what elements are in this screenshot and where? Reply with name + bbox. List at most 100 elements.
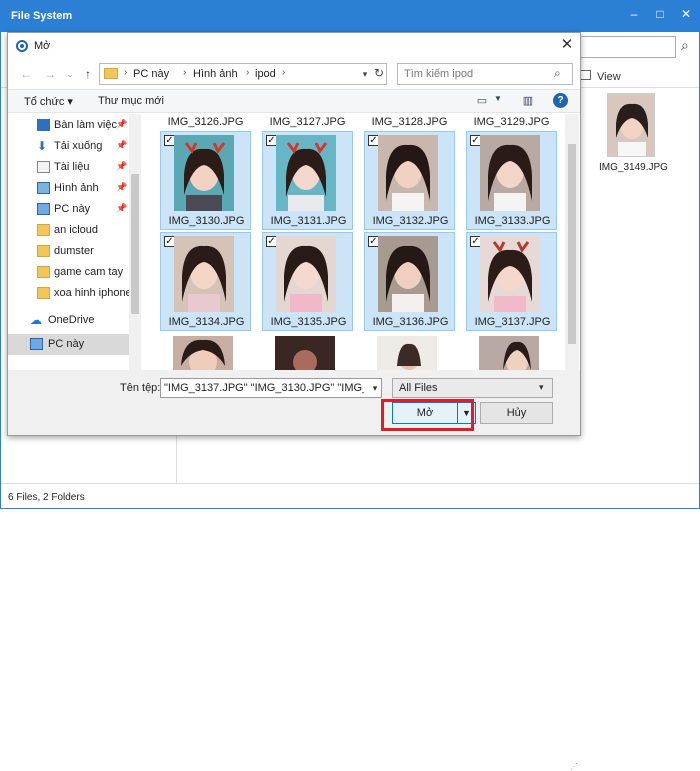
sidebar-item-pictures[interactable]: Hình ảnh 📌	[8, 178, 129, 199]
sidebar-item-game-cam-tay[interactable]: game cam tay	[8, 262, 129, 283]
breadcrumb-ipod[interactable]: ipod	[255, 68, 276, 80]
chevron-down-icon[interactable]: ▼	[490, 94, 506, 108]
new-folder-button[interactable]: Thư mục mới	[98, 95, 164, 107]
sidebar-item-this-pc-tree[interactable]: PC này	[8, 334, 129, 355]
up-arrow-icon[interactable]: ↑	[80, 66, 96, 82]
search-icon[interactable]: ⌕	[681, 37, 697, 55]
file-tile[interactable]: ✓ IMG_3133.JPG	[466, 131, 557, 230]
chevron-down-icon: ▾	[539, 382, 544, 392]
sidebar-item-label: Hình ảnh	[54, 182, 99, 194]
scrollbar-thumb[interactable]	[131, 174, 139, 314]
filename-input[interactable]: "IMG_3137.JPG" "IMG_3130.JPG" "IMG_3131.…	[160, 378, 382, 398]
folder-icon	[37, 224, 50, 236]
photo-thumbnail[interactable]	[173, 336, 233, 370]
app-search-input[interactable]	[576, 36, 676, 58]
dialog-titlebar: Mở ✕	[8, 33, 580, 59]
file-tile[interactable]: ✓ IMG_3134.JPG	[160, 232, 251, 331]
photo-thumbnail	[174, 135, 234, 211]
chevron-down-icon[interactable]: ▾	[369, 381, 381, 395]
photo-thumbnail[interactable]	[377, 336, 437, 370]
file-type-value: All Files	[399, 382, 438, 394]
status-text: 6 Files, 2 Folders	[8, 492, 85, 503]
documents-icon	[37, 161, 50, 173]
pin-icon[interactable]: 📌	[116, 119, 127, 130]
onedrive-icon: ☁	[30, 313, 42, 327]
toolbar: Tổ chức ▾ Thư mục mới ▭ ▼ ▥ ?	[8, 89, 580, 113]
sidebar-scrollbar[interactable]	[129, 114, 141, 370]
file-grid-scrollbar[interactable]	[565, 114, 579, 370]
close-icon[interactable]: ✕	[679, 7, 693, 21]
address-bar[interactable]: › PC này › Hình ảnh › ipod › ▾ ↻	[99, 63, 387, 85]
pin-icon[interactable]: 📌	[116, 182, 127, 193]
maximize-icon[interactable]: □	[653, 7, 667, 21]
file-name: IMG_3132.JPG	[372, 215, 449, 227]
chevron-down-icon[interactable]: ▾	[360, 67, 370, 81]
photo-thumbnail	[480, 135, 540, 211]
pin-icon[interactable]: 📌	[116, 161, 127, 172]
minimize-icon[interactable]: –	[627, 7, 641, 21]
sidebar-item-dumster[interactable]: dumster	[8, 241, 129, 262]
sidebar-item-label: dumster	[54, 245, 94, 257]
file-tile[interactable]: ✓ IMG_3136.JPG	[364, 232, 455, 331]
sidebar-item-an-icloud[interactable]: an icloud	[8, 220, 129, 241]
view-label: View	[597, 71, 621, 83]
file-item[interactable]: IMG_3149.JPG	[599, 93, 668, 177]
folder-icon	[37, 266, 50, 278]
photo-thumbnail	[276, 236, 336, 312]
close-icon[interactable]: ✕	[558, 36, 576, 54]
help-icon[interactable]: ?	[553, 93, 568, 108]
file-tile[interactable]: ✓ IMG_3132.JPG	[364, 131, 455, 230]
folder-icon	[37, 245, 50, 257]
chevron-right-icon[interactable]: ›	[282, 67, 285, 78]
search-icon[interactable]: ⌕	[554, 66, 568, 82]
filename-label: Tên tệp:	[120, 382, 161, 394]
photo-thumbnail[interactable]	[479, 336, 539, 370]
sidebar-item-xoa-hinh-iphone[interactable]: xoa hinh iphone	[8, 283, 129, 304]
chevron-right-icon[interactable]: ›	[124, 67, 127, 78]
cancel-button[interactable]: Hủy	[480, 402, 553, 424]
search-input[interactable]: Tìm kiếm ipod ⌕	[397, 63, 573, 85]
view-options-icon[interactable]: ▭	[474, 94, 490, 108]
sidebar-item-label: game cam tay	[54, 266, 124, 278]
view-button[interactable]: View	[579, 67, 649, 87]
refresh-icon[interactable]: ↻	[374, 66, 386, 82]
pin-icon[interactable]: 📌	[116, 140, 127, 151]
chevron-down-icon[interactable]: ⌄	[62, 66, 78, 82]
open-file-dialog: Mở ✕ ← → ⌄ ↑ › PC này › Hình ảnh › ipod …	[7, 32, 581, 771]
sidebar-item-downloads[interactable]: ⬇ Tải xuống 📌	[8, 136, 129, 157]
preview-pane-icon[interactable]: ▥	[520, 94, 536, 108]
status-bar: 6 Files, 2 Folders	[1, 483, 699, 508]
dialog-title: Mở	[34, 40, 51, 52]
file-tile[interactable]: ✓ IMG_3135.JPG	[262, 232, 353, 331]
chevron-right-icon[interactable]: ›	[183, 67, 186, 78]
file-name: IMG_3131.JPG	[270, 215, 347, 227]
file-tile[interactable]: ✓ IMG_3131.JPG	[262, 131, 353, 230]
folder-icon	[37, 287, 50, 299]
file-type-select[interactable]: All Files ▾	[392, 378, 553, 398]
forward-arrow-icon[interactable]: →	[42, 66, 58, 82]
scrollbar-thumb[interactable]	[568, 144, 576, 344]
breadcrumb-pc[interactable]: PC này	[133, 68, 169, 80]
sidebar-item-label: PC này	[54, 203, 91, 215]
sidebar-item-documents[interactable]: Tài liệu 📌	[8, 157, 129, 178]
navigation-pane: Bàn làm việc 📌 ⬇ Tải xuống 📌 Tài liệu 📌 …	[8, 114, 129, 370]
back-arrow-icon[interactable]: ←	[18, 66, 34, 82]
file-name: IMG_3134.JPG	[168, 316, 245, 328]
sidebar-item-label: Tài liệu	[54, 161, 90, 173]
pin-icon[interactable]: 📌	[116, 203, 127, 214]
breadcrumb-pictures[interactable]: Hình ảnh	[193, 68, 238, 80]
file-name: IMG_3135.JPG	[270, 316, 347, 328]
pictures-icon	[37, 182, 50, 194]
organize-button[interactable]: Tổ chức ▾	[24, 95, 73, 108]
desktop-icon	[37, 119, 50, 131]
sidebar-item-onedrive[interactable]: ☁ OneDrive	[8, 310, 129, 331]
resize-grip-icon[interactable]: ⋰	[570, 762, 579, 771]
sidebar-item-this-pc[interactable]: PC này 📌	[8, 199, 129, 220]
photo-thumbnail[interactable]	[275, 336, 335, 370]
filename-value: "IMG_3137.JPG" "IMG_3130.JPG" "IMG_3131.…	[164, 382, 364, 394]
file-tile[interactable]: ✓ IMG_3137.JPG	[466, 232, 557, 331]
file-tile[interactable]: ✓ IMG_3130.JPG	[160, 131, 251, 230]
chevron-right-icon[interactable]: ›	[246, 67, 249, 78]
sidebar-item-label: OneDrive	[48, 314, 95, 326]
sidebar-item-desktop[interactable]: Bàn làm việc 📌	[8, 115, 129, 136]
